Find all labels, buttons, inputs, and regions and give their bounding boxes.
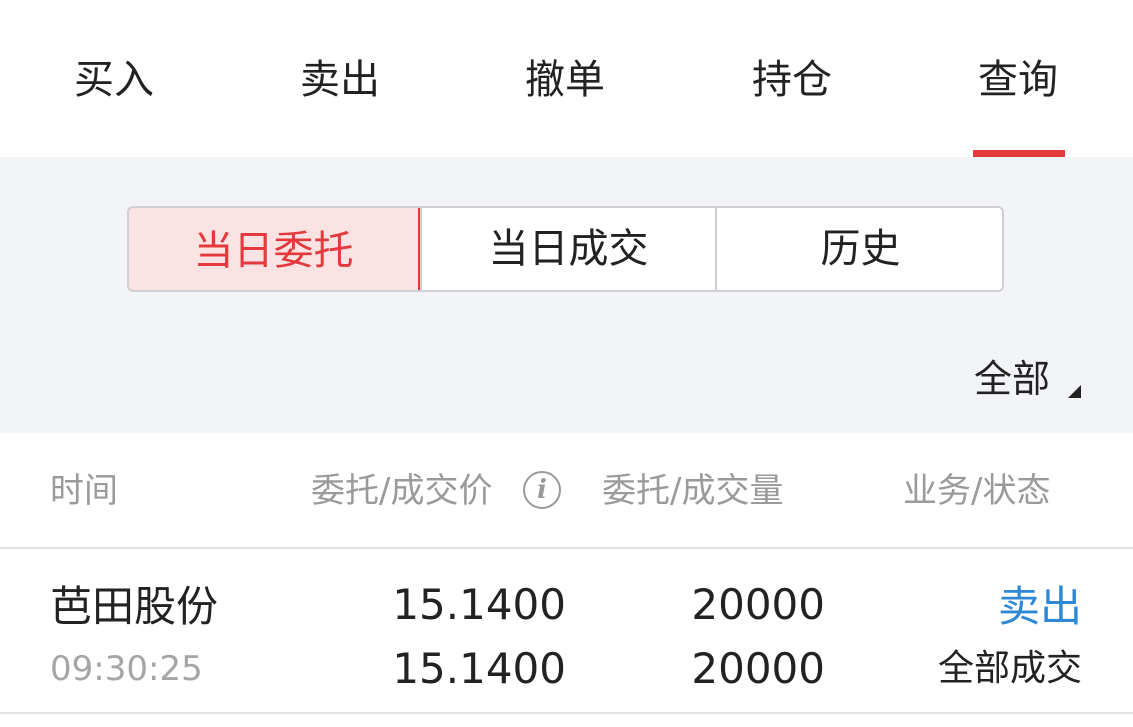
trade-query-page: 买入 卖出 撤单 持仓 查询 当日委托 当日成交 历史 全部 时间 委托/成交价… [0, 0, 1133, 727]
info-icon[interactable]: i [523, 471, 561, 509]
tab-cancel-order[interactable]: 撤单 [513, 50, 617, 110]
header-business-status: 业务/状态 [903, 471, 1051, 511]
deal-price: 15.1400 [392, 644, 566, 693]
active-tab-indicator [973, 150, 1065, 157]
segment-today-deals[interactable]: 当日成交 [420, 208, 715, 290]
top-tab-bar: 买入 卖出 撤单 持仓 查询 [0, 0, 1133, 157]
header-price: 委托/成交价 [311, 471, 493, 511]
tab-buy[interactable]: 买入 [62, 50, 166, 110]
order-status: 全部成交 [937, 648, 1082, 689]
dropdown-corner-caret-icon [1068, 385, 1081, 398]
query-segmented-control: 当日委托 当日成交 历史 [127, 206, 1004, 292]
table-header: 时间 委托/成交价 i 委托/成交量 业务/状态 [0, 433, 1133, 549]
filter-area: 当日委托 当日成交 历史 全部 [0, 157, 1133, 433]
table-row[interactable]: 芭田股份 09:30:25 15.1400 15.1400 20000 2000… [0, 549, 1133, 714]
segment-history[interactable]: 历史 [715, 208, 1002, 290]
header-time: 时间 [50, 471, 118, 511]
segment-today-orders[interactable]: 当日委托 [129, 208, 420, 290]
deal-quantity: 20000 [691, 644, 825, 693]
stock-name: 芭田股份 [50, 582, 219, 631]
order-quantity: 20000 [691, 580, 825, 629]
tab-query[interactable]: 查询 [966, 50, 1070, 110]
tab-positions[interactable]: 持仓 [740, 50, 844, 110]
business-type: 卖出 [997, 582, 1082, 631]
order-price: 15.1400 [392, 580, 566, 629]
tab-sell[interactable]: 卖出 [288, 50, 392, 110]
header-quantity: 委托/成交量 [602, 471, 784, 511]
order-time: 09:30:25 [50, 649, 203, 689]
status-filter-dropdown[interactable]: 全部 [974, 351, 1050, 407]
